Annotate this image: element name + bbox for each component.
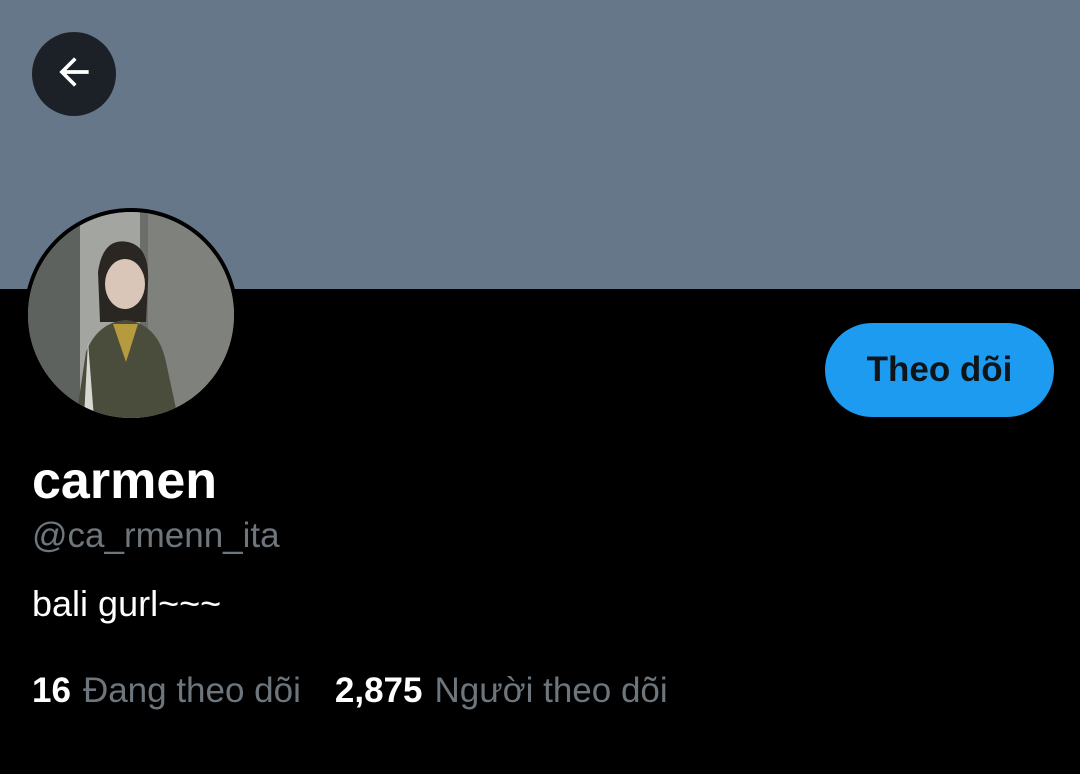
- profile-stats: 16 Đang theo dõi 2,875 Người theo dõi: [32, 669, 702, 713]
- followers-count: 2,875: [334, 671, 423, 710]
- profile-display-name: carmen: [32, 452, 217, 510]
- profile-bio: bali gurl~~~: [32, 583, 222, 624]
- following-count: 16: [32, 671, 71, 710]
- followers-label: Người theo dõi: [434, 671, 668, 710]
- followers-stat[interactable]: 2,875 Người theo dõi: [335, 669, 668, 713]
- avatar[interactable]: [24, 208, 238, 422]
- back-button[interactable]: [32, 32, 116, 116]
- following-label: Đang theo dõi: [82, 671, 301, 710]
- following-stat[interactable]: 16 Đang theo dõi: [32, 669, 301, 713]
- avatar-photo: [28, 212, 234, 418]
- profile-handle: @ca_rmenn_ita: [32, 516, 280, 555]
- follow-button[interactable]: Theo dõi: [825, 323, 1054, 417]
- arrow-left-icon: [52, 50, 96, 99]
